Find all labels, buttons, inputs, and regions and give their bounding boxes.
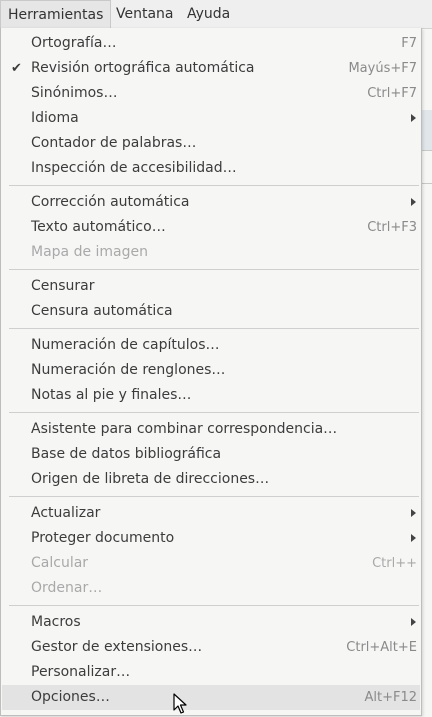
menu-item-opciones[interactable]: Opciones… Alt+F12 [2,685,420,710]
menu-item-personalizar[interactable]: Personalizar… [2,660,420,685]
menu-item-censura-automatica[interactable]: Censura automática [2,299,420,324]
menu-item-label: Contador de palabras… [31,135,197,151]
menu-item-texto-automatico[interactable]: Texto automático… Ctrl+F3 [2,215,420,240]
menu-item-shortcut: Ctrl+F3 [367,220,417,235]
menu-item-correccion-automatica[interactable]: Corrección automática [2,190,420,215]
menu-herramientas[interactable]: Herramientas [0,0,112,29]
menu-item-shortcut: F7 [401,36,417,51]
herramientas-dropdown: Ortografía… F7 ✔ Revisión ortográfica au… [0,28,422,716]
menu-item-label: Censura automática [31,303,173,319]
menu-item-label: Macros [31,614,81,630]
menu-separator [9,185,419,186]
menu-item-label: Opciones… [31,689,110,705]
submenu-arrow-icon [411,198,416,206]
menu-item-label: Numeración de capítulos… [31,337,220,353]
menu-separator [9,269,419,270]
menu-item-idioma[interactable]: Idioma [2,106,420,131]
menu-item-revision-automatica[interactable]: ✔ Revisión ortográfica automática Mayús+… [2,56,420,81]
menu-item-censurar[interactable]: Censurar [2,274,420,299]
menu-item-ortografia[interactable]: Ortografía… F7 [2,31,420,56]
menu-item-gestor-extensiones[interactable]: Gestor de extensiones… Ctrl+Alt+E [2,635,420,660]
menu-item-label: Numeración de renglones… [31,362,226,378]
menu-bar: Herramientas Ventana Ayuda [0,0,432,29]
menu-item-base-datos-bibliografica[interactable]: Base de datos bibliográfica [2,442,420,467]
menu-item-mapa-imagen: Mapa de imagen [2,240,420,265]
menu-item-shortcut: Alt+F12 [364,690,417,705]
menu-item-label: Personalizar… [31,664,131,680]
menu-item-label: Calcular [31,555,89,571]
menu-ayuda[interactable]: Ayuda [180,0,237,28]
menu-item-label: Ortografía… [31,35,117,51]
submenu-arrow-icon [411,618,416,626]
menu-ventana[interactable]: Ventana [109,0,181,28]
check-icon: ✔ [11,61,22,76]
menu-item-label: Censurar [31,278,95,294]
menu-item-label: Inspección de accesibilidad… [31,160,237,176]
menu-item-sinonimos[interactable]: Sinónimos… Ctrl+F7 [2,81,420,106]
menu-item-numeracion-renglones[interactable]: Numeración de renglones… [2,358,420,383]
submenu-arrow-icon [411,509,416,517]
submenu-arrow-icon [411,534,416,542]
menu-item-notas-pie[interactable]: Notas al pie y finales… [2,383,420,408]
menu-item-contador-palabras[interactable]: Contador de palabras… [2,131,420,156]
menu-item-actualizar[interactable]: Actualizar [2,501,420,526]
menu-item-label: Proteger documento [31,530,175,546]
menu-separator [9,496,419,497]
menu-item-label: Revisión ortográfica automática [31,60,255,76]
menu-item-label: Ordenar… [31,580,103,596]
menu-item-shortcut: Ctrl+Alt+E [346,640,417,655]
menu-item-label: Idioma [31,110,79,126]
menu-item-numeracion-capitulos[interactable]: Numeración de capítulos… [2,333,420,358]
menu-item-label: Mapa de imagen [31,244,149,260]
menu-item-macros[interactable]: Macros [2,610,420,635]
menu-item-label: Actualizar [31,505,101,521]
menu-item-inspeccion-accesibilidad[interactable]: Inspección de accesibilidad… [2,156,420,181]
menu-item-label: Asistente para combinar correspondencia… [31,421,338,437]
menu-item-shortcut: Ctrl+F7 [367,86,417,101]
menu-item-asistente-correspondencia[interactable]: Asistente para combinar correspondencia… [2,417,420,442]
menu-item-shortcut: Ctrl++ [372,556,417,571]
menu-item-proteger-documento[interactable]: Proteger documento [2,526,420,551]
menu-separator [9,412,419,413]
menu-separator [9,328,419,329]
menu-item-origen-libreta[interactable]: Origen de libreta de direcciones… [2,467,420,492]
submenu-arrow-icon [411,114,416,122]
menu-item-label: Notas al pie y finales… [31,387,192,403]
menu-separator [9,605,419,606]
menu-item-label: Corrección automática [31,194,190,210]
menu-item-ordenar: Ordenar… [2,576,420,601]
menu-item-label: Sinónimos… [31,85,118,101]
menu-item-label: Base de datos bibliográfica [31,446,222,462]
menu-item-shortcut: Mayús+F7 [348,61,417,76]
menu-item-calcular: Calcular Ctrl++ [2,551,420,576]
mouse-pointer-icon [173,693,187,714]
menu-item-label: Texto automático… [31,219,166,235]
menu-item-label: Origen de libreta de direcciones… [31,471,270,487]
menu-item-label: Gestor de extensiones… [31,639,203,655]
